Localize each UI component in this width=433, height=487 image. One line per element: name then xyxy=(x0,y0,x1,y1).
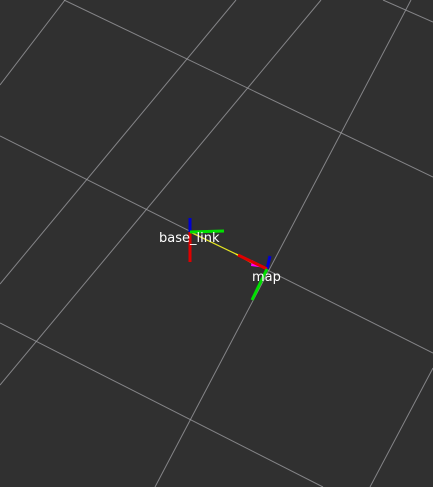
grid-line xyxy=(0,0,66,86)
frame-label-map: map xyxy=(252,270,281,285)
grid-line xyxy=(369,367,433,487)
3d-viewport[interactable]: base_link map xyxy=(0,0,433,487)
scene-canvas[interactable]: base_link map xyxy=(0,0,433,487)
frame-label-base-link: base_link xyxy=(159,231,220,246)
grid-line xyxy=(0,322,324,487)
grid-line xyxy=(382,0,433,23)
map-z-axis xyxy=(265,255,272,270)
map-x-axis xyxy=(237,253,268,271)
grid-line xyxy=(0,0,322,386)
grid-line xyxy=(63,0,433,178)
